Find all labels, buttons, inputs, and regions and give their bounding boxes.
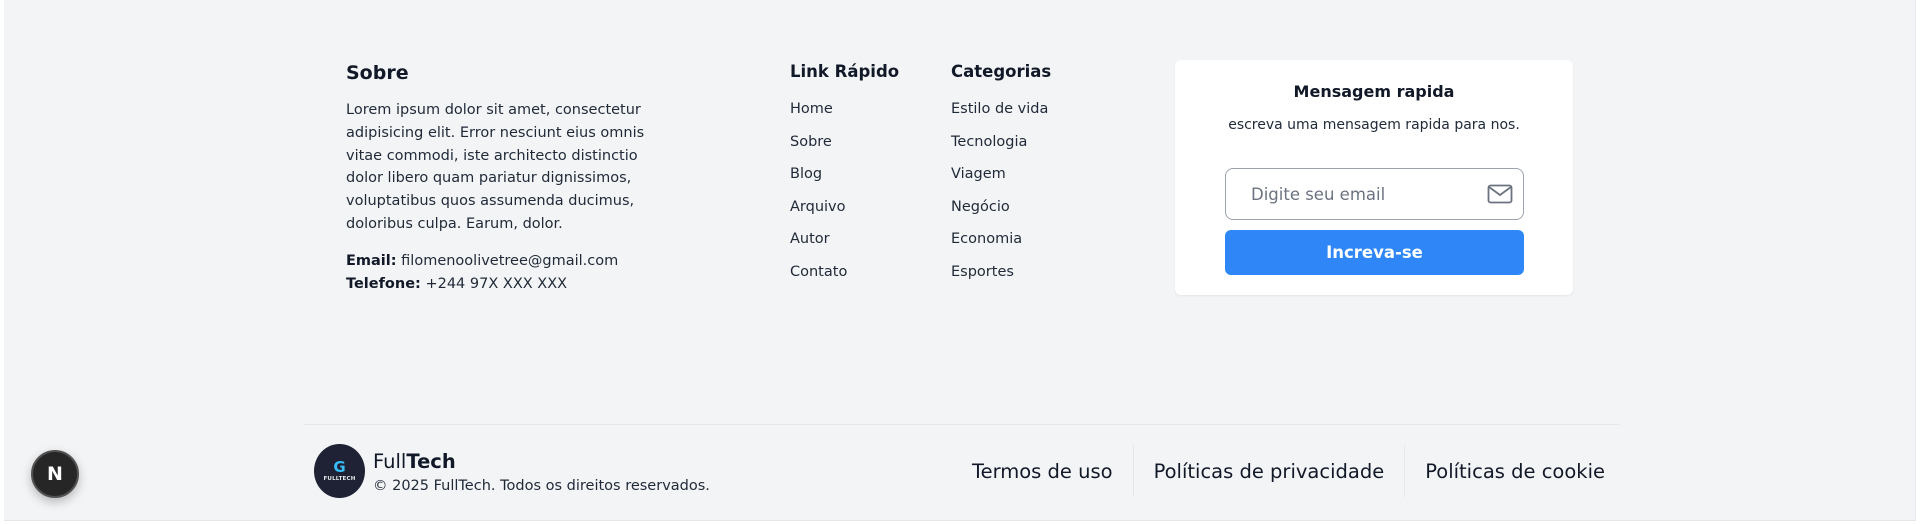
fulltech-logo[interactable]: G FULLTECH (314, 444, 365, 498)
cookie-link[interactable]: Políticas de cookie (1405, 460, 1615, 483)
quick-link-autor[interactable]: Autor (790, 231, 899, 247)
categories-title: Categorias (951, 62, 1052, 81)
logo-mark: G (333, 458, 346, 476)
email-label: Email: (346, 252, 397, 269)
contact-info: Email: filomenoolivetree@gmail.com Telef… (346, 250, 676, 296)
legal-links: Termos de uso Políticas de privacidade P… (952, 445, 1615, 497)
quick-link-sobre[interactable]: Sobre (790, 134, 899, 150)
category-negocio[interactable]: Negócio (951, 199, 1051, 215)
phone-value: +244 97X XXX XXX (425, 275, 568, 292)
logo-text: FULLTECH (323, 476, 356, 482)
email-input[interactable] (1226, 169, 1476, 219)
privacy-link[interactable]: Políticas de privacidade (1134, 460, 1405, 483)
categories-column: Categorias Estilo de vida Tecnologia Via… (951, 62, 1051, 297)
contact-email: Email: filomenoolivetree@gmail.com (346, 250, 676, 273)
brand-name: FullTech (373, 450, 456, 473)
category-estilo-de-vida[interactable]: Estilo de vida (951, 101, 1051, 117)
about-description: Lorem ipsum dolor sit amet, consectetur … (346, 102, 645, 232)
terms-link[interactable]: Termos de uso (952, 460, 1133, 483)
email-value: filomenoolivetree@gmail.com (401, 252, 619, 269)
quick-link-arquivo[interactable]: Arquivo (790, 199, 899, 215)
subscribe-button[interactable]: Increva-se (1225, 230, 1524, 275)
contact-phone: Telefone: +244 97X XXX XXX (346, 273, 676, 296)
quick-link-home[interactable]: Home (790, 101, 899, 117)
quick-links-column: Link Rápido Home Sobre Blog Arquivo Auto… (790, 62, 899, 297)
brand-name-bold: Tech (406, 450, 456, 473)
footer-divider (304, 424, 1620, 425)
brand-name-light: Full (373, 450, 407, 473)
nextjs-dev-badge[interactable]: N (31, 450, 79, 498)
newsletter-card: Mensagem rapida escreva uma mensagem rap… (1175, 60, 1573, 295)
category-economia[interactable]: Economia (951, 231, 1051, 247)
category-viagem[interactable]: Viagem (951, 166, 1051, 182)
footer-page: Sobre Lorem ipsum dolor sit amet, consec… (4, 0, 1916, 521)
about-title: Sobre (346, 62, 409, 84)
newsletter-subtitle: escreva uma mensagem rapida para nos. (1228, 117, 1520, 133)
quick-link-blog[interactable]: Blog (790, 166, 899, 182)
category-esportes[interactable]: Esportes (951, 264, 1051, 280)
about-section: Sobre Lorem ipsum dolor sit amet, consec… (346, 62, 676, 296)
quick-link-contato[interactable]: Contato (790, 264, 899, 280)
quick-links-title: Link Rápido (790, 62, 900, 81)
mail-icon (1487, 184, 1513, 204)
newsletter-title: Mensagem rapida (1293, 82, 1455, 101)
phone-label: Telefone: (346, 275, 421, 292)
email-field-wrapper (1225, 168, 1524, 220)
copyright-text: © 2025 FullTech. Todos os direitos reser… (373, 478, 710, 494)
category-tecnologia[interactable]: Tecnologia (951, 134, 1051, 150)
